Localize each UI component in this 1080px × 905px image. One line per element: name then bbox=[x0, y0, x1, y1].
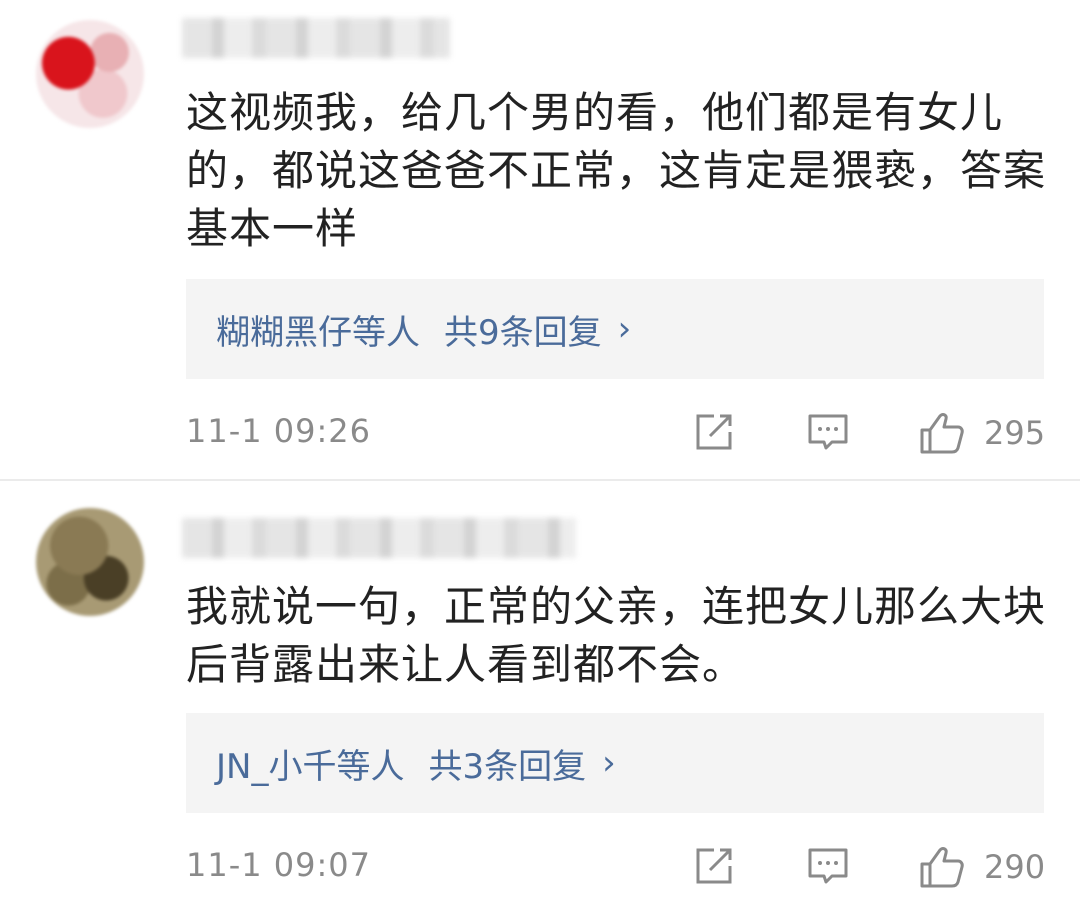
comment-meta: 11-1 09:26 295 bbox=[186, 406, 1045, 456]
comment-meta: 11-1 09:07 290 bbox=[186, 840, 1045, 890]
like-icon bbox=[920, 847, 964, 888]
reply-names: JN_小千等人 bbox=[216, 746, 405, 787]
username-blurred[interactable] bbox=[182, 18, 450, 58]
comment-text: 这视频我，给几个男的看，他们都是有女儿的，都说这爸爸不正常，这肯定是猥亵，答案基… bbox=[186, 88, 1047, 253]
comment-item: 这视频我，给几个男的看，他们都是有女儿的，都说这爸爸不正常，这肯定是猥亵，答案基… bbox=[0, 0, 1080, 479]
share-button[interactable] bbox=[692, 844, 736, 888]
comment-button[interactable] bbox=[806, 410, 850, 454]
timestamp: 11-1 09:07 bbox=[186, 846, 372, 884]
username-blurred[interactable] bbox=[182, 518, 576, 558]
avatar[interactable] bbox=[36, 20, 144, 128]
chevron-right-icon: › bbox=[602, 743, 616, 783]
avatar[interactable] bbox=[36, 508, 144, 616]
share-icon bbox=[696, 414, 732, 450]
reply-summary[interactable]: JN_小千等人 共3条回复 › bbox=[186, 713, 1044, 813]
like-count: 290 bbox=[984, 848, 1046, 886]
comment-item: 我就说一句，正常的父亲，连把女儿那么大块后背露出来让人看到都不会。 JN_小千等… bbox=[0, 500, 1080, 905]
chevron-right-icon: › bbox=[617, 309, 632, 349]
share-button[interactable] bbox=[692, 410, 736, 454]
divider bbox=[0, 479, 1080, 481]
like-button[interactable]: 290 bbox=[918, 844, 1045, 890]
share-icon bbox=[696, 848, 732, 884]
reply-count: 共3条回复 bbox=[428, 746, 587, 787]
like-icon bbox=[920, 413, 964, 454]
comment-button[interactable] bbox=[806, 844, 850, 888]
comment-list: 这视频我，给几个男的看，他们都是有女儿的，都说这爸爸不正常，这肯定是猥亵，答案基… bbox=[0, 0, 1080, 905]
like-button[interactable]: 295 bbox=[918, 410, 1045, 456]
reply-summary[interactable]: 糊糊黑仔等人 共9条回复 › bbox=[186, 279, 1044, 379]
comment-icon bbox=[808, 414, 848, 450]
comment-text: 我就说一句，正常的父亲，连把女儿那么大块后背露出来让人看到都不会。 bbox=[186, 582, 1047, 689]
reply-count: 共9条回复 bbox=[444, 312, 602, 353]
comment-icon bbox=[808, 848, 848, 884]
timestamp: 11-1 09:26 bbox=[186, 412, 372, 450]
reply-names: 糊糊黑仔等人 bbox=[216, 312, 420, 353]
like-count: 295 bbox=[984, 414, 1046, 452]
